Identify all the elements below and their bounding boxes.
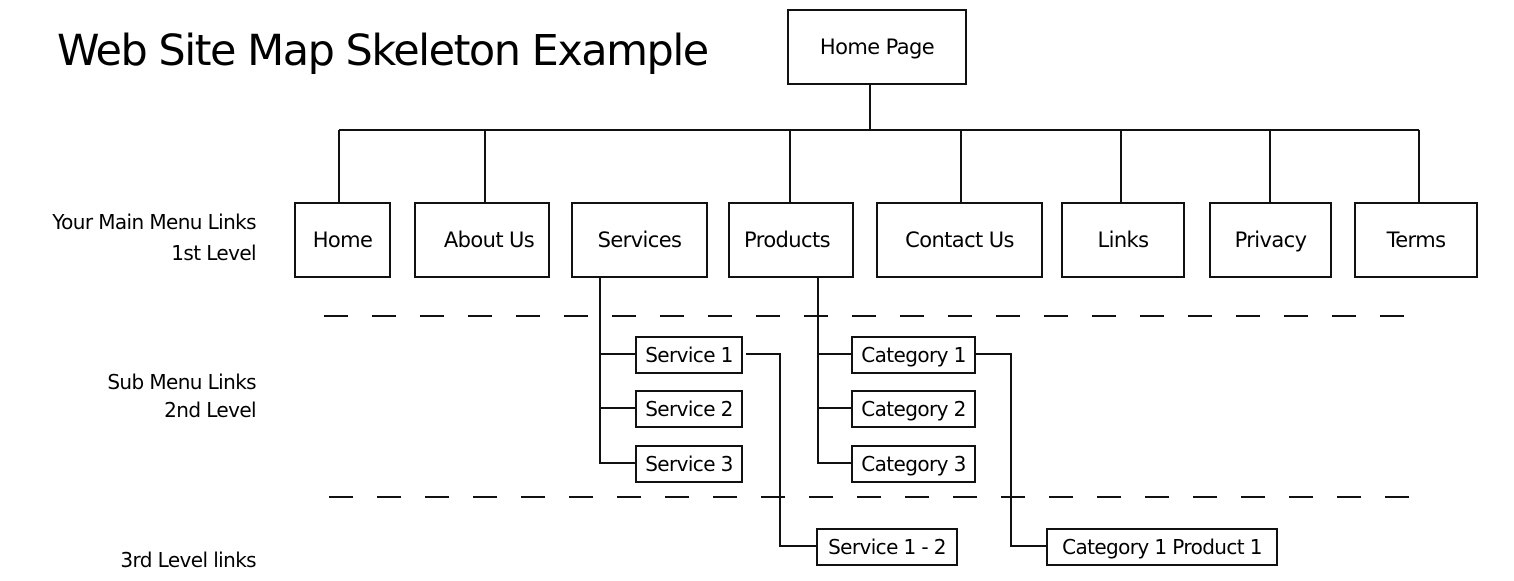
- node-services[interactable]: Services: [571, 202, 708, 278]
- node-home[interactable]: Home: [294, 202, 391, 278]
- node-service-3[interactable]: Service 3: [635, 445, 743, 483]
- node-label: Service 1: [645, 343, 733, 367]
- products-branch: [817, 277, 852, 464]
- node-label: Service 3: [645, 452, 733, 476]
- node-label: Category 3: [861, 452, 966, 476]
- node-category-1[interactable]: Category 1: [851, 336, 976, 374]
- node-label: Category 1: [861, 343, 966, 367]
- node-contact-us[interactable]: Contact Us: [876, 202, 1043, 278]
- connector-lines: [324, 84, 1420, 547]
- node-label: Links: [1097, 228, 1150, 252]
- node-label: Service 2: [645, 397, 733, 421]
- node-label: Services: [597, 228, 682, 252]
- category-1-product-1-connector: [976, 353, 1047, 547]
- node-service-1-2[interactable]: Service 1 - 2: [816, 528, 958, 566]
- node-label: Home: [312, 228, 373, 252]
- node-links[interactable]: Links: [1061, 202, 1185, 278]
- node-label: Category 2: [861, 397, 966, 421]
- node-label: Service 1 - 2: [828, 535, 946, 559]
- node-category-2[interactable]: Category 2: [851, 390, 976, 428]
- node-label: Contact Us: [905, 228, 1014, 252]
- node-label: Privacy: [1234, 228, 1307, 252]
- node-terms[interactable]: Terms: [1354, 202, 1478, 278]
- node-home-page[interactable]: Home Page: [787, 9, 967, 85]
- node-home-page-label: Home Page: [819, 35, 935, 59]
- node-products[interactable]: Products: [728, 202, 854, 278]
- service-1-2-connector: [746, 353, 817, 547]
- node-service-2[interactable]: Service 2: [635, 390, 743, 428]
- node-label: Terms: [1386, 228, 1446, 252]
- services-branch: [599, 277, 636, 464]
- node-service-1[interactable]: Service 1: [635, 336, 743, 374]
- node-about-us[interactable]: About Us: [414, 202, 550, 278]
- node-label: Category 1 Product 1: [1062, 535, 1262, 559]
- node-privacy[interactable]: Privacy: [1209, 202, 1332, 278]
- node-label: About Us: [443, 228, 535, 252]
- node-category-3[interactable]: Category 3: [851, 445, 976, 483]
- node-label: Products: [744, 228, 830, 252]
- node-category-1-product-1[interactable]: Category 1 Product 1: [1046, 528, 1278, 566]
